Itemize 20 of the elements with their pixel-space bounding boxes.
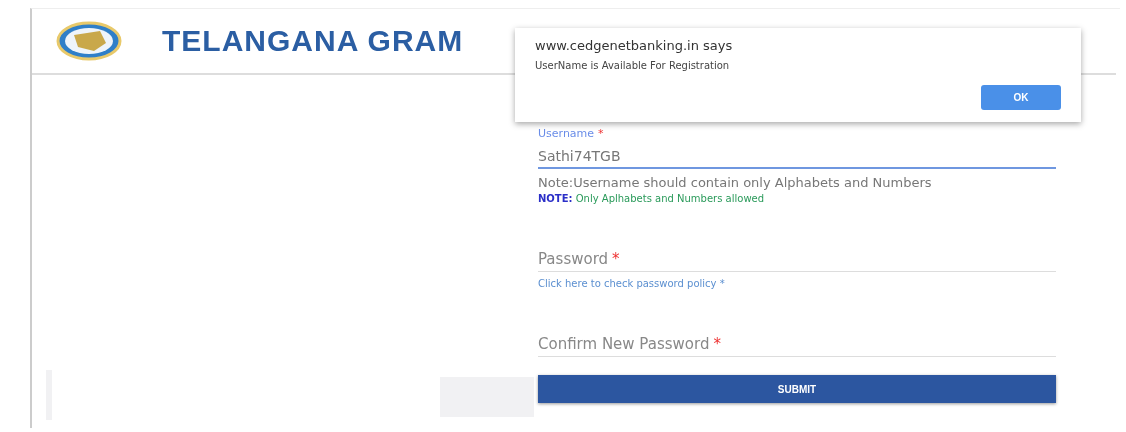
field-label: Username	[538, 127, 595, 140]
dialog-title: www.cedgenetbanking.in says	[535, 38, 734, 53]
field-value: Sathi74TGB	[538, 148, 622, 164]
submit-button[interactable]: SUBMIT	[538, 375, 1056, 403]
logo-icon	[56, 21, 122, 61]
note-label: NOTE:	[538, 193, 573, 204]
field-label: Password	[538, 250, 609, 268]
password-policy-link[interactable]: Click here to check password policy *	[538, 278, 1056, 289]
required-mark: *	[598, 127, 604, 140]
input-field[interactable]: Password *	[538, 204, 1056, 272]
input-field[interactable]: Username * Sathi74TGB	[538, 127, 1056, 169]
dialog-message: UserName is Available For Registration	[535, 60, 731, 71]
field-label: Confirm New Password	[538, 335, 710, 353]
username-note: Note:Username should contain only Alphabets and Numbers	[538, 175, 933, 190]
ok-button[interactable]: OK	[981, 85, 1061, 110]
required-mark: *	[612, 250, 620, 268]
note-text: Only Aplhabets and Numbers allowed	[574, 193, 765, 204]
input-field[interactable]: Confirm New Password *	[538, 289, 1056, 357]
required-mark: *	[713, 335, 721, 353]
bank-title: TELANGANA GRAM	[162, 24, 464, 58]
